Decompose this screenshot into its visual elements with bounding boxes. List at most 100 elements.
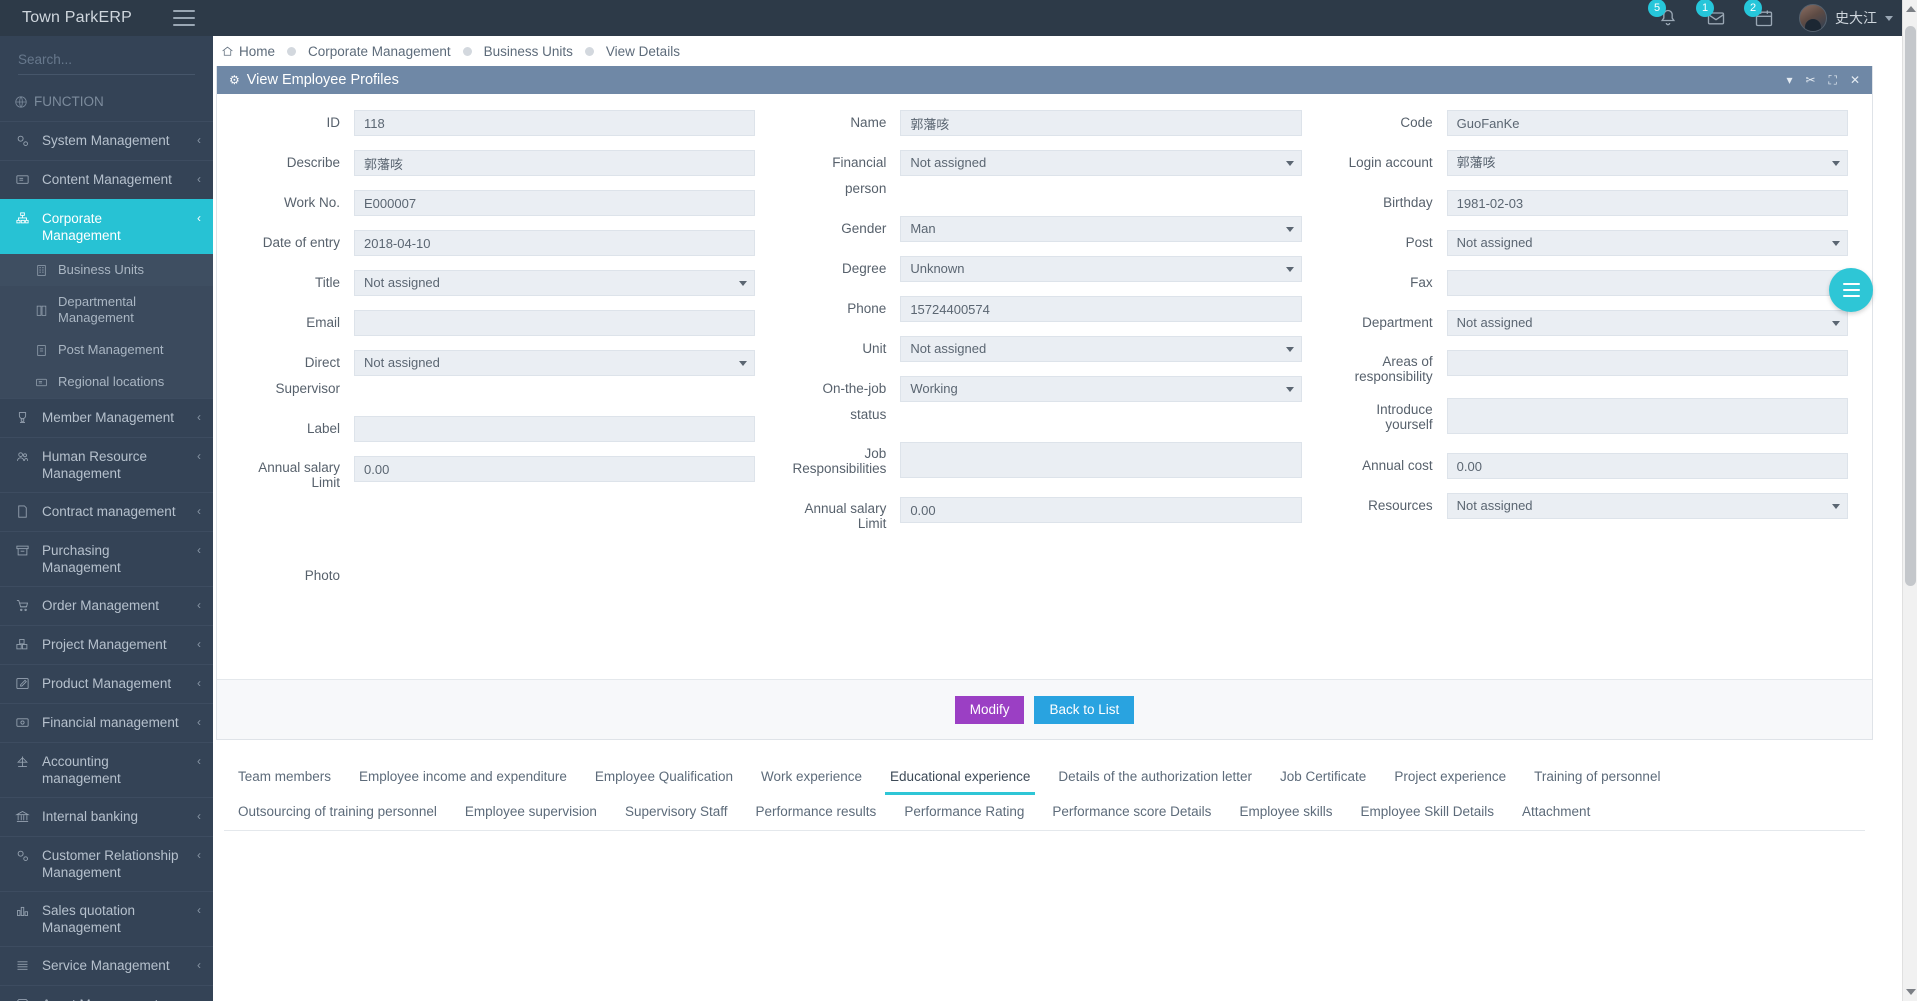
name-input[interactable] <box>900 110 1302 136</box>
sidebar-item-system-management[interactable]: System Management ‹ <box>0 121 213 160</box>
tab-employee-qualification[interactable]: Employee Qualification <box>581 760 747 795</box>
sidebar-item-accounting-management[interactable]: Accounting management ‹ <box>0 742 213 797</box>
breadcrumb-item-view-details[interactable]: View Details <box>606 44 680 59</box>
id-input[interactable] <box>354 110 756 136</box>
breadcrumb-item-business-units[interactable]: Business Units <box>484 44 573 59</box>
sidebar-subitem-departmental-management[interactable]: Departmental Management <box>0 286 213 334</box>
breadcrumb-home[interactable]: Home <box>221 44 275 59</box>
sidebar-item-human-resource-management[interactable]: Human Resource Management ‹ <box>0 437 213 492</box>
sidebar-item-order-management[interactable]: Order Management ‹ <box>0 586 213 625</box>
financial-person-select[interactable]: Not assigned <box>900 150 1302 176</box>
cart-icon <box>14 597 31 614</box>
sidebar-subitem-regional-locations[interactable]: Regional locations <box>0 366 213 398</box>
tab-work-experience[interactable]: Work experience <box>747 760 876 795</box>
sidebar-item-sales-quotation-management[interactable]: Sales quotation Management ‹ <box>0 891 213 946</box>
describe-input[interactable] <box>354 150 756 176</box>
department-select[interactable]: Not assigned <box>1446 310 1848 336</box>
tab-team-members[interactable]: Team members <box>224 760 345 795</box>
expand-icon[interactable]: ⛶ <box>1829 74 1837 86</box>
hamburger-icon[interactable] <box>173 10 195 26</box>
resources-select[interactable]: Not assigned <box>1446 493 1848 519</box>
tab-supervisory-staff[interactable]: Supervisory Staff <box>611 795 742 830</box>
scroll-up-arrow[interactable] <box>1906 6 1916 12</box>
sidebar-item-label: Accounting management <box>42 754 121 786</box>
tab-educational-experience[interactable]: Educational experience <box>876 760 1044 795</box>
envelope-icon[interactable]: 1 <box>1696 0 1729 31</box>
tab-job-certificate[interactable]: Job Certificate <box>1266 760 1380 795</box>
sidebar-item-content-management[interactable]: Content Management ‹ <box>0 160 213 199</box>
areas-of-responsibility-input[interactable] <box>1446 350 1848 376</box>
sidebar-item-customer-relationship-management[interactable]: Customer Relationship Management ‹ <box>0 836 213 891</box>
tab-employee-income-and-expenditure[interactable]: Employee income and expenditure <box>345 760 581 795</box>
label-input[interactable] <box>354 416 756 442</box>
chevron-down-icon[interactable]: ▾ <box>1786 74 1792 86</box>
tab-details-of-the-authorization-letter[interactable]: Details of the authorization letter <box>1044 760 1266 795</box>
unit-select[interactable]: Not assigned <box>900 336 1302 362</box>
annual-cost-input[interactable] <box>1446 453 1848 479</box>
form-row: Areas of responsibility <box>1334 350 1848 384</box>
sidebar-subitem-label: Business Units <box>58 262 144 277</box>
news-icon <box>34 375 48 389</box>
gender-select[interactable]: Man <box>900 216 1302 242</box>
form-row: Email <box>241 310 756 336</box>
scrollbar-thumb[interactable] <box>1905 26 1916 586</box>
work-no-input[interactable] <box>354 190 756 216</box>
chevron-left-icon: ‹ <box>197 172 201 186</box>
back-to-list-button[interactable]: Back to List <box>1034 695 1135 724</box>
sidebar-item-asset-management[interactable]: Asset Management ‹ <box>0 985 213 1001</box>
code-input[interactable] <box>1446 110 1848 136</box>
direct-supervisor-select[interactable]: Not assigned <box>354 350 756 376</box>
annual-salary-limit-input[interactable] <box>354 456 756 482</box>
post-select[interactable]: Not assigned <box>1446 230 1848 256</box>
tab-outsourcing-of-training-personnel[interactable]: Outsourcing of training personnel <box>224 795 451 830</box>
tab-performance-rating[interactable]: Performance Rating <box>890 795 1038 830</box>
modify-button[interactable]: Modify <box>954 695 1025 724</box>
fax-input[interactable] <box>1446 270 1848 296</box>
sidebar-item-internal-banking[interactable]: Internal banking ‹ <box>0 797 213 836</box>
introduce-yourself-textarea[interactable] <box>1446 398 1848 434</box>
tab-attachment[interactable]: Attachment <box>1508 795 1604 830</box>
job-responsibilities-textarea[interactable] <box>900 442 1302 478</box>
sidebar-item-product-management[interactable]: Product Management ‹ <box>0 664 213 703</box>
search-input[interactable] <box>18 52 195 67</box>
tab-employee-skills[interactable]: Employee skills <box>1225 795 1346 830</box>
sidebar-item-financial-management[interactable]: Financial management ‹ <box>0 703 213 742</box>
page-scrollbar[interactable] <box>1902 0 1917 1001</box>
degree-select[interactable]: Unknown <box>900 256 1302 282</box>
tab-project-experience[interactable]: Project experience <box>1380 760 1520 795</box>
form-row: Annual cost <box>1334 453 1848 479</box>
tab-training-of-personnel[interactable]: Training of personnel <box>1520 760 1674 795</box>
tab-employee-supervision[interactable]: Employee supervision <box>451 795 611 830</box>
form-actions: Modify Back to List <box>217 679 1872 739</box>
email-input[interactable] <box>354 310 756 336</box>
title-select[interactable]: Not assigned <box>354 270 756 296</box>
close-icon[interactable]: ✕ <box>1850 74 1860 86</box>
birthday-input[interactable] <box>1446 190 1848 216</box>
sidebar-item-contract-management[interactable]: Contract management ‹ <box>0 492 213 531</box>
sidebar-item-member-management[interactable]: Member Management ‹ <box>0 398 213 437</box>
users-icon <box>14 448 31 465</box>
sidebar-item-project-management[interactable]: Project Management ‹ <box>0 625 213 664</box>
sidebar-subitem-post-management[interactable]: Post Management <box>0 334 213 366</box>
scroll-down-arrow[interactable] <box>1906 989 1916 995</box>
tab-performance-score-details[interactable]: Performance score Details <box>1038 795 1225 830</box>
sidebar-item-service-management[interactable]: Service Management ‹ <box>0 946 213 985</box>
calendar-icon[interactable]: 2 <box>1744 0 1777 31</box>
breadcrumb-item-corporate-management[interactable]: Corporate Management <box>308 44 451 59</box>
phone-input[interactable] <box>900 296 1302 322</box>
sidebar-item-corporate-management[interactable]: Corporate Management ‹ <box>0 199 213 254</box>
financial-person-selected-value: Not assigned <box>910 155 987 170</box>
tab-employee-skill-details[interactable]: Employee Skill Details <box>1346 795 1508 830</box>
date-of-entry-input[interactable] <box>354 230 756 256</box>
login-account-select[interactable]: 郭藩咳 <box>1446 150 1848 176</box>
title-control: Not assigned <box>354 270 756 296</box>
bell-icon[interactable]: 5 <box>1648 0 1681 31</box>
annual-salary-limit-input[interactable] <box>900 497 1302 523</box>
tab-performance-results[interactable]: Performance results <box>742 795 891 830</box>
menu-icon[interactable] <box>1829 268 1873 312</box>
sidebar-item-purchasing-management[interactable]: Purchasing Management ‹ <box>0 531 213 586</box>
sidebar-subitem-business-units[interactable]: Business Units <box>0 254 213 286</box>
user-menu[interactable]: 史大江 <box>1799 4 1893 32</box>
wrench-icon[interactable]: ✂ <box>1805 74 1815 86</box>
on-the-job-status-select[interactable]: Working <box>900 376 1302 402</box>
